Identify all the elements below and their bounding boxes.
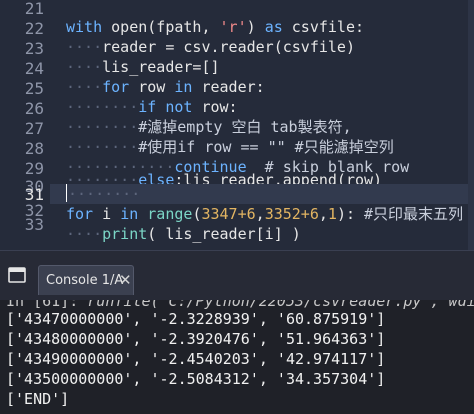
code-area[interactable]: with open(fpath, 'r') as csvfile: ····re… (50, 0, 474, 250)
code-line: for i in range(3347+6,3352+6,1): #只印最末五列 (66, 204, 474, 224)
line-number: 33 (24, 215, 44, 234)
code-text: open(fpath, (102, 18, 220, 36)
code-text: reader: (192, 78, 265, 96)
code-text: csvfile: (282, 18, 365, 36)
code-line: ····reader = csv.reader(csvfile) (66, 37, 474, 57)
console-output-line: ['END'] (6, 390, 70, 408)
code-text: i (93, 205, 121, 223)
line-number: 27 (24, 119, 44, 138)
line-number: 25 (24, 79, 44, 98)
line-number: 23 (24, 39, 44, 58)
code-editor[interactable]: 21 22 23 24 25 26 27 28 29 30 31 32 33 w… (0, 0, 474, 250)
whitespace-markers: ···· (66, 38, 103, 56)
code-line: ········#使用if row == "" #只能濾掉空列 (66, 137, 474, 157)
whitespace-markers: ···· (66, 58, 103, 76)
code-line: ········#濾掉empty 空白 tab製表符, (66, 117, 474, 137)
console-input-line: In [61]: runfile('C:/Python/22053/csvrea… (6, 300, 474, 310)
code-line: with open(fpath, 'r') as csvfile: (66, 17, 474, 37)
keyword: as (264, 18, 283, 36)
number-literal: 3347+6 (201, 205, 256, 223)
comment: #濾掉empty 空白 tab製表符, (138, 118, 352, 136)
close-icon[interactable]: ✕ (119, 272, 133, 288)
code-text: lis_reader=[] (102, 58, 220, 76)
keyword: in (120, 205, 139, 223)
console-pane-header: Console 1/A ✕ (0, 250, 474, 300)
whitespace-markers: ········ (66, 118, 139, 136)
console-window-icon[interactable] (8, 267, 26, 283)
tab-console[interactable]: Console 1/A ✕ (38, 265, 134, 295)
code-text: , (255, 205, 265, 223)
comment: #只印最末五列 (364, 205, 464, 223)
keyword: in (174, 78, 193, 96)
code-text: reader = csv.reader(csvfile) (102, 38, 355, 56)
console-pane: Console 1/A ✕ In [61]: runfile('C:/Pytho… (0, 250, 474, 414)
whitespace-markers: ········ (66, 138, 139, 156)
keyword: for (102, 78, 130, 96)
keyword: with (66, 18, 103, 36)
line-number: 28 (24, 139, 44, 158)
console-command: runfile('C:/Python/22053/csvreader.py', … (87, 300, 474, 310)
whitespace-markers: ···· (66, 78, 103, 96)
console-output[interactable]: In [61]: runfile('C:/Python/22053/csvrea… (0, 300, 474, 414)
code-line: ····print( lis_reader[i] ) (66, 224, 474, 244)
code-text: , (318, 205, 328, 223)
comment: #使用if row == "" #只能濾掉空列 (138, 138, 394, 156)
console-output-line: ['43500000000', '-2.5084312', '34.357304… (6, 370, 386, 388)
number-literal: 1 (327, 205, 337, 223)
code-text: ): (336, 205, 365, 223)
code-line: ····lis_reader=[] (66, 57, 474, 77)
code-line: ········if not row: (66, 97, 474, 117)
code-line: ····for row in reader: (66, 77, 474, 97)
tab-console-label: Console 1/A (46, 273, 124, 288)
string-literal: 'r' (219, 18, 247, 36)
line-number: 24 (24, 59, 44, 78)
keyword: if not (138, 98, 193, 116)
console-output-line: ['43470000000', '-2.3228939', '60.875919… (6, 310, 386, 328)
number-literal: 3352+6 (264, 205, 319, 223)
line-number: 26 (24, 99, 44, 118)
console-output-line: ['43480000000', '-2.3920476', '51.964363… (6, 330, 386, 348)
line-number: 21 (24, 0, 44, 18)
builtin-function: print (102, 225, 148, 243)
current-code-line[interactable]: ········ (50, 184, 474, 204)
editor-scrollbar[interactable] (468, 0, 474, 250)
whitespace-markers: ···· (66, 225, 103, 243)
keyword: for (66, 205, 94, 223)
code-text: row (129, 78, 175, 96)
line-number-gutter: 21 22 23 24 25 26 27 28 29 30 31 32 33 (0, 0, 52, 250)
code-text: row: (192, 98, 238, 116)
code-text: ) (246, 18, 265, 36)
console-prompt: In [61]: (6, 300, 88, 310)
line-number: 29 (24, 159, 44, 178)
line-number: 22 (24, 19, 44, 38)
whitespace-markers: ········ (66, 98, 139, 116)
builtin-function: range (147, 205, 193, 223)
text-cursor (66, 184, 67, 202)
code-text: ( lis_reader[i] ) (147, 225, 301, 243)
whitespace-markers: ········ (68, 185, 141, 203)
console-output-line: ['43490000000', '-2.4540203', '42.974117… (6, 350, 386, 368)
